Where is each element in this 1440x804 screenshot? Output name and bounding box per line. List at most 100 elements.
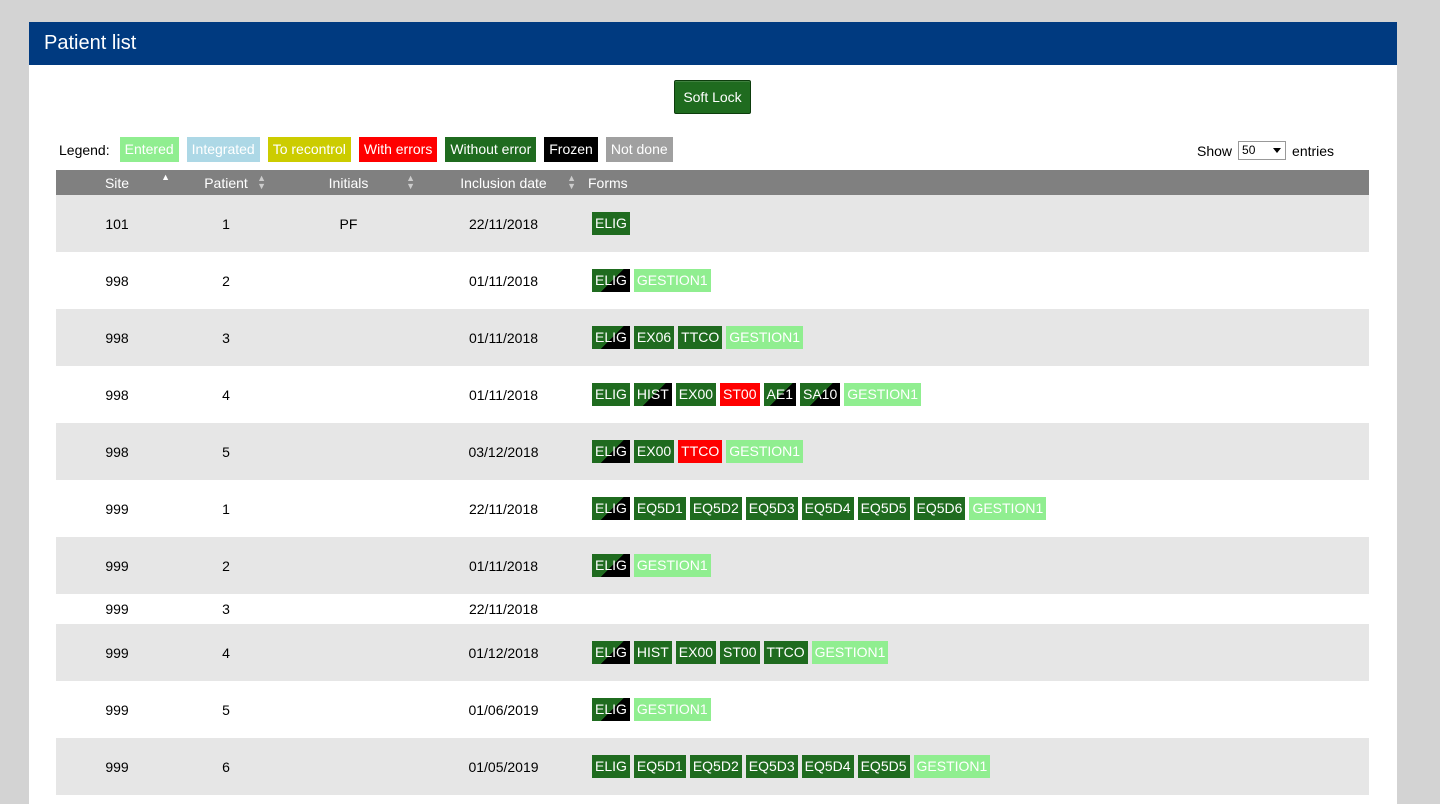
- form-badge-eq5d6[interactable]: EQ5D6: [913, 497, 966, 520]
- column-header-patient[interactable]: Patient ▲ ▼: [178, 170, 274, 195]
- form-badge-eq5d5[interactable]: EQ5D5: [857, 497, 910, 520]
- cell-site: 998: [105, 272, 129, 289]
- cell-inclusion-date: 22/11/2018: [468, 500, 539, 517]
- form-badge-elig[interactable]: ELIG: [592, 269, 630, 292]
- soft-lock-button[interactable]: Soft Lock: [674, 80, 751, 114]
- form-badge-eq5d3[interactable]: EQ5D3: [745, 497, 798, 520]
- legend-without-error: Without error: [445, 137, 537, 162]
- cell-inclusion-date: 01/11/2018: [468, 386, 539, 403]
- table-row[interactable]: 999 5 01/06/2019 ELIG GESTION1: [56, 681, 1369, 738]
- form-badge-gestion1[interactable]: GESTION1: [913, 755, 991, 778]
- table-row[interactable]: 101 1 PF 22/11/2018 ELIG: [56, 195, 1369, 252]
- form-badge-ex00[interactable]: EX00: [675, 383, 717, 406]
- form-badge-hist[interactable]: HIST: [633, 641, 672, 664]
- patient-table: Site ▲ Patient ▲ ▼ Initials ▲ ▼ Inclusion dat…: [56, 170, 1369, 795]
- cell-initials: [274, 738, 423, 795]
- cell-patient: 3: [222, 329, 230, 346]
- cell-initials: PF: [339, 215, 358, 232]
- legend-with-errors: With errors: [358, 137, 438, 162]
- table-row[interactable]: 999 4 01/12/2018 ELIG HIST EX00 ST00 TTCO GESTIO…: [56, 624, 1369, 681]
- cell-patient: 2: [222, 557, 230, 574]
- table-row[interactable]: 998 5 03/12/2018 ELIG EX00 TTCO GESTION1: [56, 423, 1369, 480]
- form-badge-elig[interactable]: ELIG: [592, 383, 630, 406]
- form-badge-st00[interactable]: ST00: [720, 641, 760, 664]
- form-badge-hist[interactable]: HIST: [633, 383, 672, 406]
- form-badge-st00[interactable]: ST00: [720, 383, 760, 406]
- form-badge-eq5d2[interactable]: EQ5D2: [689, 755, 742, 778]
- cell-patient: 4: [222, 386, 230, 403]
- form-badge-elig[interactable]: ELIG: [592, 641, 630, 664]
- form-badge-sa10[interactable]: SA10: [799, 383, 841, 406]
- cell-forms: ELIG HIST EX00 ST00 TTCO GESTION1: [584, 624, 1369, 681]
- table-row[interactable]: 998 2 01/11/2018 ELIG GESTION1: [56, 252, 1369, 309]
- cell-patient: 5: [222, 443, 230, 460]
- cell-site: 999: [105, 557, 129, 574]
- legend-entered: Entered: [119, 137, 179, 162]
- cell-patient: 6: [222, 758, 230, 775]
- form-badge-eq5d5[interactable]: EQ5D5: [857, 755, 910, 778]
- form-badge-gestion1[interactable]: GESTION1: [726, 440, 804, 463]
- form-badge-elig[interactable]: ELIG: [592, 497, 630, 520]
- patient-list-panel: Patient list Soft Lock Legend: Entered I…: [29, 22, 1397, 804]
- table-row[interactable]: 998 3 01/11/2018 ELIG EX06 TTCO GESTION1: [56, 309, 1369, 366]
- column-header-inclusion-date[interactable]: Inclusion date ▲ ▼: [423, 170, 584, 195]
- cell-forms: ELIG HIST EX00 ST00 AE1 SA10 GESTION1: [584, 366, 1369, 423]
- cell-inclusion-date: 01/12/2018: [468, 644, 539, 661]
- cell-site: 999: [105, 500, 129, 517]
- form-badge-ex00[interactable]: EX00: [675, 641, 717, 664]
- form-badge-ttco[interactable]: TTCO: [678, 440, 723, 463]
- form-badge-gestion1[interactable]: GESTION1: [633, 554, 711, 577]
- form-badge-gestion1[interactable]: GESTION1: [633, 269, 711, 292]
- entries-select[interactable]: 50: [1238, 141, 1287, 160]
- form-badge-elig[interactable]: ELIG: [592, 326, 630, 349]
- table-row[interactable]: 999 3 22/11/2018: [56, 594, 1369, 624]
- column-header-site[interactable]: Site ▲: [56, 170, 178, 195]
- table-header-row: Site ▲ Patient ▲ ▼ Initials ▲ ▼ Inclusion dat…: [56, 170, 1369, 195]
- form-badge-ae1[interactable]: AE1: [763, 383, 796, 406]
- form-badge-eq5d4[interactable]: EQ5D4: [801, 497, 854, 520]
- cell-initials: [274, 480, 423, 537]
- form-badge-ex00[interactable]: EX00: [633, 440, 675, 463]
- form-badge-elig[interactable]: ELIG: [592, 698, 630, 721]
- form-badge-elig[interactable]: ELIG: [592, 554, 630, 577]
- form-badge-eq5d1[interactable]: EQ5D1: [633, 755, 686, 778]
- cell-inclusion-date: 22/11/2018: [468, 601, 539, 617]
- form-badge-elig[interactable]: ELIG: [592, 755, 630, 778]
- cell-site: 998: [105, 443, 129, 460]
- table-row[interactable]: 999 2 01/11/2018 ELIG GESTION1: [56, 537, 1369, 594]
- form-badge-eq5d1[interactable]: EQ5D1: [633, 497, 686, 520]
- form-badge-gestion1[interactable]: GESTION1: [633, 698, 711, 721]
- column-header-initials[interactable]: Initials ▲ ▼: [274, 170, 423, 195]
- form-badge-gestion1[interactable]: GESTION1: [726, 326, 804, 349]
- cell-initials: [274, 423, 423, 480]
- table-row[interactable]: 999 1 22/11/2018 ELIG EQ5D1 EQ5D2 EQ5D3 EQ5D4 EQ…: [56, 480, 1369, 537]
- form-badge-eq5d2[interactable]: EQ5D2: [689, 497, 742, 520]
- form-badge-ex06[interactable]: EX06: [633, 326, 675, 349]
- cell-patient: 5: [222, 701, 230, 718]
- form-badge-ttco[interactable]: TTCO: [763, 641, 808, 664]
- table-row[interactable]: 999 6 01/05/2019 ELIG EQ5D1 EQ5D2 EQ5D3 EQ5D4 EQ…: [56, 738, 1369, 795]
- table-row[interactable]: 998 4 01/11/2018 ELIG HIST EX00 ST00 AE1 SA10 GES…: [56, 366, 1369, 423]
- form-badge-eq5d4[interactable]: EQ5D4: [801, 755, 854, 778]
- show-label: Show: [1197, 142, 1233, 159]
- form-badge-gestion1[interactable]: GESTION1: [969, 497, 1047, 520]
- cell-forms: ELIG EQ5D1 EQ5D2 EQ5D3 EQ5D4 EQ5D5 EQ5D6 GESTIO…: [584, 480, 1369, 537]
- legend-label: Legend:: [59, 141, 110, 158]
- cell-site: 101: [105, 215, 129, 232]
- sort-both-icon: ▲ ▼: [567, 173, 576, 191]
- cell-forms: ELIG EQ5D1 EQ5D2 EQ5D3 EQ5D4 EQ5D5 GESTION1: [584, 738, 1369, 795]
- form-badge-elig[interactable]: ELIG: [592, 440, 630, 463]
- cell-site: 999: [105, 758, 129, 775]
- form-badge-gestion1[interactable]: GESTION1: [811, 641, 889, 664]
- cell-initials: [274, 309, 423, 366]
- form-badge-elig[interactable]: ELIG: [592, 212, 630, 235]
- sort-both-icon: ▲ ▼: [257, 173, 266, 191]
- cell-site: 998: [105, 329, 129, 346]
- cell-inclusion-date: 03/12/2018: [468, 443, 539, 460]
- form-badge-eq5d3[interactable]: EQ5D3: [745, 755, 798, 778]
- form-badge-ttco[interactable]: TTCO: [678, 326, 723, 349]
- cell-forms: [584, 594, 1369, 624]
- cell-inclusion-date: 22/11/2018: [468, 215, 539, 232]
- chevron-down-icon: [1273, 148, 1282, 153]
- form-badge-gestion1[interactable]: GESTION1: [844, 383, 922, 406]
